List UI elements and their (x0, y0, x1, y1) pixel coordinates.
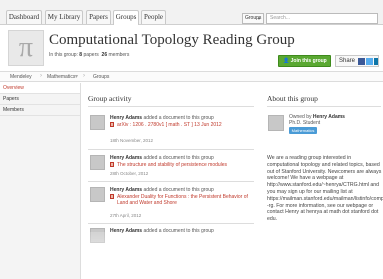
search-input[interactable]: Search... (266, 13, 378, 24)
sidebar-item-papers[interactable]: Papers (0, 94, 80, 105)
divider (267, 106, 381, 107)
papers-label: papers (83, 52, 99, 58)
tab-papers[interactable]: Papers (86, 10, 111, 24)
activity-user-link[interactable]: Henry Adams (110, 115, 142, 121)
chevron-right-icon: › (83, 73, 85, 79)
breadcrumb: Mendeley › Mathematics ▾ › Groups (0, 71, 383, 82)
document-icon (110, 162, 114, 167)
activity-date: 27th April, 2012 (110, 213, 142, 218)
activity-user-link[interactable]: Henry Adams (110, 155, 142, 161)
owner-field-badge[interactable]: Mathematics (289, 127, 317, 134)
sidebar-item-overview[interactable]: Overview (0, 83, 80, 94)
document-icon (110, 194, 114, 199)
activity-user-link[interactable]: Henry Adams (110, 187, 142, 193)
activity-action: added a document to this group (143, 187, 214, 193)
share-label: Share (339, 58, 356, 64)
group-stats: In this group: 8 papers 26 members (49, 52, 129, 58)
activity-item: Henry Adams added a document to this gro… (88, 187, 254, 223)
activity-action: added a document to this group (143, 115, 214, 121)
divider (88, 106, 254, 107)
group-logo: π (8, 30, 44, 66)
document-title: arXiv : 1206 . 2780v1 [ math . ST ] 13 J… (117, 122, 222, 128)
group-description: We are a reading group interested in com… (267, 155, 383, 223)
group-activity-heading: Group activity (88, 94, 132, 103)
document-link[interactable]: Alexander Duality for Functions : the Pe… (110, 194, 260, 206)
twitter-icon[interactable] (366, 58, 373, 65)
tab-dashboard[interactable]: Dashboard (6, 10, 42, 24)
activity-text: Henry Adams added a document to this gro… (110, 187, 254, 193)
chevron-down-icon: ▼ (257, 16, 261, 21)
tab-my-library[interactable]: My Library (45, 10, 83, 24)
facebook-icon[interactable] (358, 58, 365, 65)
linkedin-icon[interactable] (374, 58, 378, 65)
sidebar-item-members[interactable]: Members (0, 105, 80, 116)
members-label: members (108, 52, 130, 58)
search-scope-select[interactable]: Groups ▼ (242, 13, 264, 24)
activity-action: added a document to this group (143, 155, 214, 161)
document-title: The structure and stability of persisten… (117, 162, 228, 168)
load-more-fade (81, 232, 263, 279)
user-plus-icon: 👤 (283, 58, 290, 64)
avatar[interactable] (268, 115, 284, 131)
divider (88, 181, 254, 182)
join-group-button[interactable]: 👤 Join this group ▾ (278, 55, 331, 74)
activity-date: 18th November, 2012 (110, 138, 154, 143)
stats-prefix: In this group: (49, 52, 78, 58)
document-link[interactable]: The structure and stability of persisten… (110, 162, 260, 168)
avatar[interactable] (90, 187, 105, 202)
share-button[interactable]: Share (335, 55, 379, 67)
avatar[interactable] (90, 115, 105, 130)
breadcrumb-item-mathematics[interactable]: Mathematics (47, 74, 75, 80)
document-title: Alexander Duality for Functions : the Pe… (117, 194, 248, 206)
page-title: Computational Topology Reading Group (49, 32, 295, 48)
chevron-right-icon: › (40, 73, 42, 79)
tab-groups[interactable]: Groups (113, 10, 139, 25)
papers-count: 8 (79, 52, 83, 58)
breadcrumb-item-mendeley[interactable]: Mendeley (10, 74, 32, 80)
join-label: Join this group (290, 58, 327, 64)
breadcrumb-item-groups[interactable]: Groups (93, 74, 109, 80)
divider (88, 223, 254, 224)
owner-role: Ph.D. Student (289, 120, 321, 126)
document-link[interactable]: arXiv : 1206 . 2780v1 [ math . ST ] 13 J… (110, 122, 260, 128)
chevron-down-icon[interactable]: ▾ (75, 73, 78, 80)
activity-item: Henry Adams added a document to this gro… (88, 115, 254, 145)
members-count: 26 (101, 52, 108, 58)
top-nav: Dashboard My Library Papers Groups Peopl… (0, 0, 383, 25)
divider (88, 149, 254, 150)
search-bar: Groups ▼ Search... (242, 13, 378, 24)
activity-text: Henry Adams added a document to this gro… (110, 115, 254, 121)
activity-text: Henry Adams added a document to this gro… (110, 155, 254, 161)
sidebar: Overview Papers Members (0, 83, 81, 279)
activity-date: 28th October, 2012 (110, 171, 149, 176)
avatar[interactable] (90, 155, 105, 170)
group-header: π Computational Topology Reading Group I… (0, 25, 383, 74)
document-icon (110, 122, 114, 127)
tab-people[interactable]: People (141, 10, 166, 24)
about-heading: About this group (267, 94, 318, 103)
